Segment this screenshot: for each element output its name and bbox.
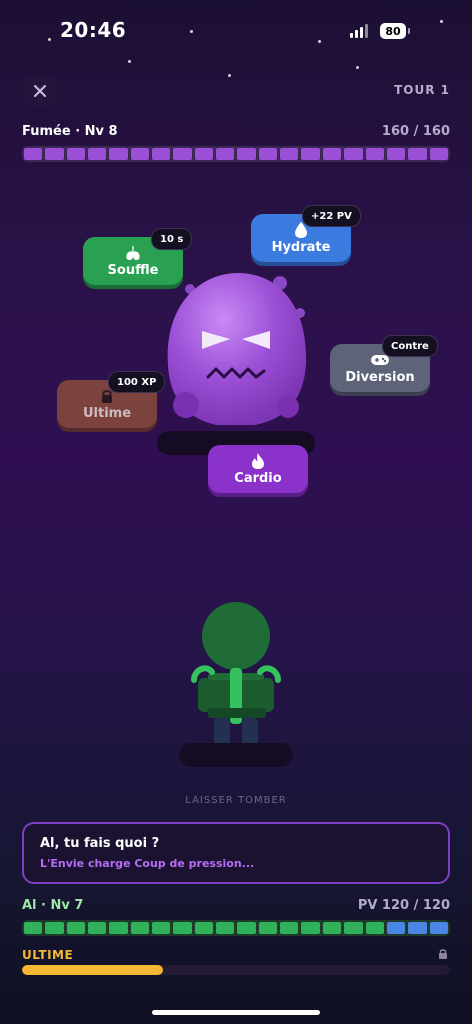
- skill-cardio-label: Cardio: [234, 471, 282, 486]
- bar-segment: [66, 922, 86, 934]
- prompt-subtitle: L'Envie charge Coup de pression...: [40, 857, 255, 870]
- battery-level: 80: [385, 24, 401, 38]
- skill-cardio-button[interactable]: Cardio: [208, 445, 308, 493]
- bar-segment: [152, 148, 171, 160]
- bar-segment: [301, 148, 320, 160]
- enemy-hp-text: 160 / 160: [381, 124, 450, 139]
- player-hp-text: PV 120 / 120: [357, 898, 450, 913]
- bar-segment: [344, 922, 363, 934]
- action-prompt: Al, tu fais quoi ? L'Envie charge Coup d…: [22, 822, 450, 884]
- bar-segment: [258, 922, 278, 934]
- battery-nub: [408, 28, 410, 34]
- bar-segment: [344, 148, 363, 160]
- player-character: [191, 602, 281, 748]
- bar-segment: [322, 922, 342, 934]
- bar-segment: [130, 148, 150, 160]
- star: [128, 60, 131, 63]
- bar-segment: [322, 148, 342, 160]
- bar-segment: [386, 922, 406, 934]
- star: [228, 74, 231, 77]
- skill-souffle-label: Souffle: [107, 263, 159, 278]
- bar-segment: [45, 148, 64, 160]
- bar-segment: [216, 922, 235, 934]
- skill-ultime-badge: 100 XP: [108, 371, 166, 393]
- enemy-name: Fumée · Nv 8: [22, 124, 118, 139]
- home-indicator[interactable]: [152, 1010, 320, 1015]
- flame-icon: [251, 452, 265, 470]
- ultimate-fill: [22, 965, 164, 975]
- player-hp-bar: [22, 920, 450, 936]
- status-time: 20:46: [60, 18, 127, 42]
- enemy-monster: [167, 273, 307, 425]
- ultimate-bar: [22, 965, 450, 975]
- bar-segment: [429, 922, 448, 934]
- round-label: TOUR 1: [394, 83, 450, 97]
- bar-segment: [152, 922, 171, 934]
- bar-segment: [365, 148, 384, 160]
- bar-segment: [173, 922, 192, 934]
- star: [440, 20, 443, 23]
- skill-hydrate-badge: +22 PV: [302, 205, 361, 227]
- bar-segment: [280, 922, 299, 934]
- bar-segment: [66, 148, 86, 160]
- skill-diversion-label: Diversion: [345, 370, 415, 385]
- bar-segment: [173, 148, 192, 160]
- bar-segment: [24, 922, 43, 934]
- player-name: Al · Nv 7: [22, 898, 84, 913]
- bar-segment: [24, 148, 43, 160]
- battery-icon: 80: [380, 23, 406, 39]
- bar-segment: [194, 922, 214, 934]
- bar-segment: [429, 148, 448, 160]
- bar-segment: [45, 922, 64, 934]
- signal-icon: [350, 24, 368, 38]
- player-shadow: [179, 743, 293, 767]
- star: [190, 30, 193, 33]
- bar-segment: [258, 148, 278, 160]
- bar-segment: [408, 922, 427, 934]
- star: [356, 66, 359, 69]
- bar-segment: [408, 148, 427, 160]
- close-button[interactable]: [24, 76, 56, 106]
- bar-segment: [280, 148, 299, 160]
- bar-segment: [216, 148, 235, 160]
- drop-button[interactable]: LAISSER TOMBER: [0, 795, 472, 806]
- bar-segment: [365, 922, 384, 934]
- bar-segment: [88, 148, 107, 160]
- bar-segment: [88, 922, 107, 934]
- skill-ultime-label: Ultime: [82, 406, 132, 421]
- bar-segment: [386, 148, 406, 160]
- skill-hydrate-label: Hydrate: [271, 240, 331, 255]
- lungs-icon: [124, 244, 142, 262]
- star: [318, 40, 321, 43]
- bar-segment: [301, 922, 320, 934]
- prompt-title: Al, tu fais quoi ?: [40, 836, 160, 851]
- close-icon: [34, 85, 46, 97]
- star: [48, 38, 51, 41]
- bar-segment: [109, 148, 128, 160]
- ultimate-label: ULTIME: [22, 948, 74, 962]
- bar-segment: [237, 148, 256, 160]
- bar-segment: [237, 922, 256, 934]
- bar-segment: [194, 148, 214, 160]
- enemy-hp-bar: [22, 146, 450, 162]
- bar-segment: [109, 922, 128, 934]
- skill-souffle-badge: 10 s: [151, 228, 193, 250]
- skill-diversion-badge: Contre: [382, 335, 438, 357]
- bar-segment: [130, 922, 150, 934]
- lock-icon: [439, 949, 447, 959]
